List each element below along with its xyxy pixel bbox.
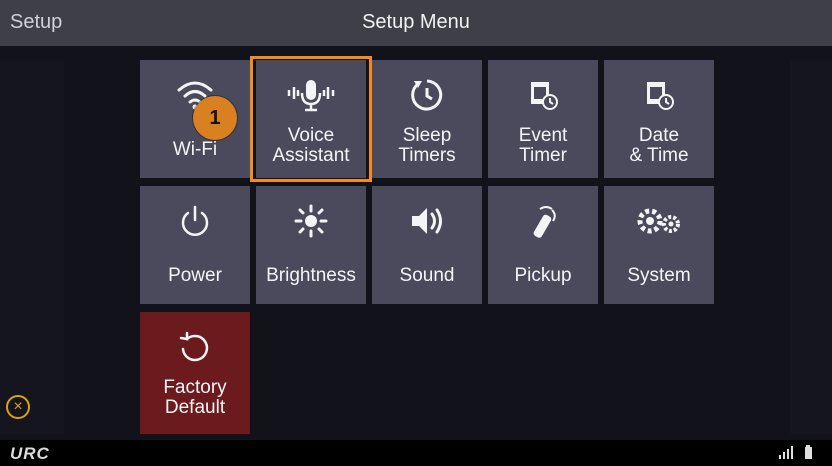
brightness-tile[interactable]: Brightness [256, 186, 366, 304]
signal-icon [779, 446, 794, 459]
factory-default-tile[interactable]: Factory Default [140, 312, 250, 434]
system-tile[interactable]: System [604, 186, 714, 304]
urc-logo: URC [10, 444, 50, 463]
status-icons [778, 445, 814, 462]
tile-label: Wi-Fi [172, 139, 218, 160]
sound-tile[interactable]: Sound [372, 186, 482, 304]
tile-label: Sleep Timers [398, 125, 456, 166]
tile-label: Sound [399, 265, 455, 286]
date-time-tile[interactable]: Date & Time [604, 60, 714, 178]
close-icon[interactable]: × [6, 395, 30, 419]
event-timer-tile[interactable]: Event Timer [488, 60, 598, 178]
calendar-clock-icon [604, 78, 714, 112]
remote-pickup-icon [488, 204, 598, 238]
right-panel [790, 60, 832, 434]
tile-label: Pickup [514, 265, 572, 286]
speaker-icon [372, 204, 482, 238]
tile-label: Brightness [266, 265, 356, 286]
tile-label: System [627, 265, 691, 286]
page-title: Setup Menu [362, 11, 470, 33]
reset-icon [140, 330, 250, 364]
power-icon [140, 204, 250, 238]
selection-highlight [250, 56, 372, 182]
pickup-tile[interactable]: Pickup [488, 186, 598, 304]
tile-label: Date & Time [629, 125, 689, 166]
sleep-timer-icon [372, 78, 482, 112]
tile-label: Factory Default [163, 377, 227, 418]
tile-label: Power [168, 265, 222, 286]
gears-icon [604, 204, 714, 238]
event-timer-icon [488, 78, 598, 112]
bottom-bar: URC [0, 440, 832, 466]
left-panel [0, 60, 64, 434]
tile-label: Event Timer [518, 125, 568, 166]
title-bar: Setup Setup Menu [0, 0, 832, 46]
sleep-timers-tile[interactable]: Sleep Timers [372, 60, 482, 178]
step-badge: 1 [193, 96, 237, 140]
power-tile[interactable]: Power [140, 186, 250, 304]
sun-icon [256, 204, 366, 238]
battery-icon [805, 445, 812, 459]
